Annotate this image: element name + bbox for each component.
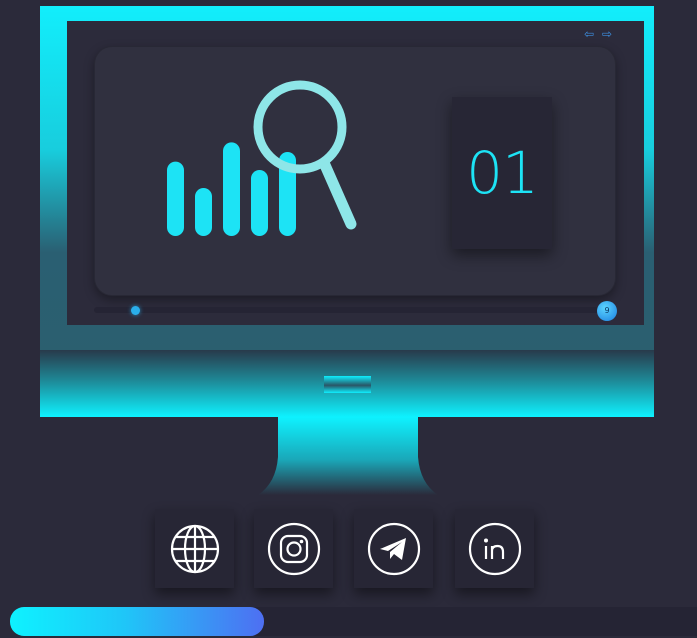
- slide-number: 01: [466, 139, 539, 207]
- chart-bar: [167, 161, 184, 236]
- slide-progress-track[interactable]: [94, 307, 609, 313]
- magnifier-icon: [253, 80, 357, 230]
- monitor-logo: [324, 376, 371, 393]
- slide-navigation: ⇦ ⇨: [584, 28, 616, 42]
- bar-chart-magnifier-icon: [167, 80, 357, 236]
- monitor-stand: [258, 417, 438, 495]
- presentation-stage: ⇦ ⇨ 01 9: [0, 0, 697, 638]
- slide-number-card: 01: [452, 97, 552, 249]
- arrow-right-icon[interactable]: ⇨: [602, 28, 616, 42]
- website-button[interactable]: [155, 509, 234, 588]
- telegram-icon: [367, 522, 420, 575]
- arrow-left-icon[interactable]: ⇦: [584, 28, 598, 42]
- globe-icon: [170, 524, 219, 573]
- slide-progress-end-marker[interactable]: 9: [597, 301, 617, 321]
- chart-bar: [223, 142, 240, 236]
- instagram-icon: [267, 522, 320, 575]
- instagram-button[interactable]: [254, 509, 333, 588]
- end-marker-label: 9: [604, 306, 610, 315]
- chart-bar: [195, 188, 212, 236]
- chart-bar: [251, 170, 268, 236]
- linkedin-button[interactable]: [455, 509, 534, 588]
- page-progress-fill: [10, 607, 264, 636]
- linkedin-icon: [468, 522, 521, 575]
- telegram-button[interactable]: [354, 509, 433, 588]
